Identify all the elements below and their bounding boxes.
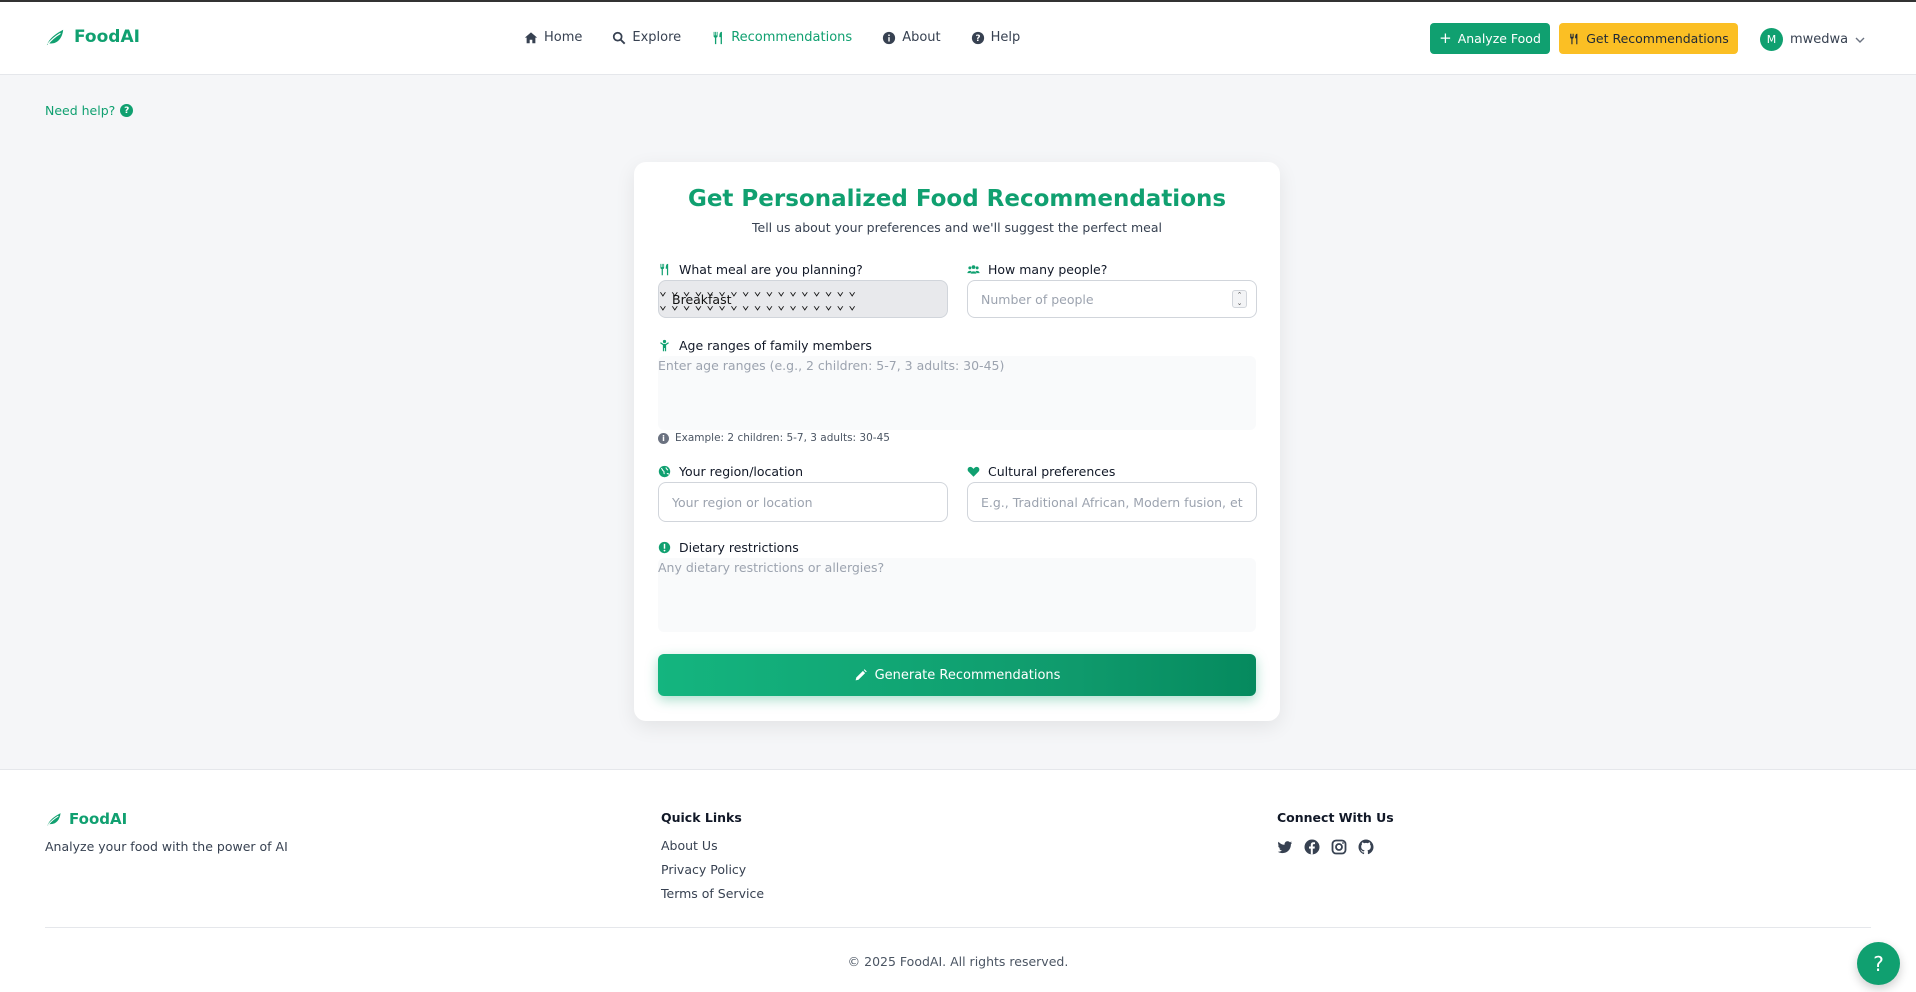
help-fab-label: ?: [1873, 951, 1884, 976]
culture-label-text: Cultural preferences: [988, 464, 1116, 479]
help-fab-button[interactable]: ?: [1857, 942, 1900, 985]
child-icon: [660, 339, 669, 352]
info-icon: [883, 31, 896, 44]
quick-links: About Us Privacy Policy Terms of Service: [661, 838, 764, 901]
brand-logo[interactable]: FoodAI: [44, 27, 140, 47]
people-label-text: How many people?: [988, 262, 1108, 277]
utensils-icon: [713, 31, 723, 44]
meal-select-value: Breakfast: [672, 292, 732, 307]
info-icon: i: [658, 432, 669, 444]
connect-title: Connect With Us: [1277, 810, 1394, 825]
nav-about-label: About: [902, 30, 941, 45]
get-recommendations-label: Get Recommendations: [1586, 31, 1729, 46]
ages-textarea[interactable]: [658, 356, 1256, 430]
culture-label: Cultural preferences: [967, 464, 1115, 479]
form-subtitle: Tell us about your preferences and we'll…: [752, 220, 1162, 235]
nav-explore-label: Explore: [632, 30, 682, 45]
meal-select[interactable]: ⌄⌄⌄⌄⌄⌄⌄⌄⌄⌄⌄⌄⌄⌄⌄⌄⌄ ⌄⌄⌄⌄⌄⌄⌄⌄⌄⌄⌄⌄⌄⌄⌄⌄⌄ Break…: [658, 280, 948, 318]
plus-icon: +: [1439, 29, 1452, 47]
heart-icon: [967, 466, 980, 477]
meal-label: What meal are you planning?: [658, 262, 863, 277]
analyze-food-button[interactable]: + Analyze Food: [1430, 23, 1550, 54]
facebook-icon[interactable]: [1304, 839, 1320, 855]
nav-help[interactable]: ? Help: [971, 30, 1021, 45]
pencil-icon: [855, 668, 867, 680]
need-help-link[interactable]: Need help? ?: [45, 103, 134, 118]
nav-about[interactable]: About: [882, 30, 941, 45]
ages-label: Age ranges of family members: [658, 338, 872, 353]
top-navbar: FoodAI Home Explore Recommendations Abou…: [0, 2, 1916, 75]
dietary-label-text: Dietary restrictions: [679, 540, 799, 555]
people-input[interactable]: [967, 280, 1257, 318]
nav-recommendations[interactable]: Recommendations: [711, 30, 852, 45]
footer: FoodAI Analyze your food with the power …: [0, 769, 1916, 992]
social-links: [1277, 839, 1374, 855]
form-title: Get Personalized Food Recommendations: [687, 186, 1227, 212]
exclamation-icon: [658, 541, 671, 554]
github-icon[interactable]: [1358, 839, 1374, 855]
generate-recommendations-button[interactable]: Generate Recommendations: [658, 654, 1256, 696]
footer-tagline: Analyze your food with the power of AI: [45, 839, 288, 854]
utensils-icon: [660, 263, 669, 276]
instagram-icon[interactable]: [1331, 839, 1347, 855]
region-label-text: Your region/location: [679, 464, 803, 479]
question-icon: ?: [971, 31, 984, 44]
footer-link-about[interactable]: About Us: [661, 838, 764, 853]
avatar: M: [1760, 28, 1783, 51]
people-field-wrap: ⌃⌄: [967, 280, 1257, 318]
footer-link-terms[interactable]: Terms of Service: [661, 886, 764, 901]
brand-name: FoodAI: [74, 27, 140, 47]
leaf-icon: [47, 813, 61, 826]
ages-hint-text: Example: 2 children: 5-7, 3 adults: 30-4…: [675, 432, 890, 444]
home-icon: [524, 31, 538, 43]
main-nav: Home Explore Recommendations About ? Hel…: [524, 30, 1020, 45]
dietary-textarea[interactable]: [658, 558, 1256, 632]
globe-icon: [658, 465, 671, 478]
people-label: How many people?: [967, 262, 1107, 277]
nav-home[interactable]: Home: [524, 30, 582, 45]
generate-recommendations-label: Generate Recommendations: [874, 667, 1061, 683]
search-icon: [613, 31, 626, 44]
ages-label-text: Age ranges of family members: [679, 338, 872, 353]
nav-help-label: Help: [990, 30, 1021, 45]
copyright: © 2025 FoodAI. All rights reserved.: [847, 954, 1069, 969]
footer-divider: [45, 927, 1871, 928]
region-input[interactable]: [658, 482, 948, 522]
get-recommendations-button[interactable]: Get Recommendations: [1559, 23, 1738, 54]
svg-text:?: ?: [975, 34, 980, 44]
footer-brand-name: FoodAI: [69, 810, 128, 828]
dietary-label: Dietary restrictions: [658, 540, 799, 555]
users-icon: [967, 265, 980, 274]
utensils-icon: [1570, 33, 1578, 44]
nav-explore[interactable]: Explore: [612, 30, 681, 45]
username: mwedwa: [1790, 32, 1849, 47]
analyze-food-label: Analyze Food: [1457, 31, 1541, 46]
need-help-label: Need help?: [45, 103, 116, 118]
meal-label-text: What meal are you planning?: [679, 262, 863, 277]
recommendation-form-card: Get Personalized Food Recommendations Te…: [634, 162, 1280, 721]
user-menu[interactable]: M mwedwa: [1760, 28, 1865, 51]
leaf-icon: [46, 29, 64, 46]
question-icon: ?: [120, 104, 134, 117]
nav-recommendations-label: Recommendations: [731, 30, 853, 45]
nav-home-label: Home: [544, 30, 583, 45]
chevron-down-icon: [1855, 37, 1865, 43]
footer-brand: FoodAI: [45, 810, 127, 828]
quick-links-title: Quick Links: [661, 810, 742, 825]
footer-link-privacy[interactable]: Privacy Policy: [661, 862, 764, 877]
culture-input[interactable]: [967, 482, 1257, 522]
ages-hint: i Example: 2 children: 5-7, 3 adults: 30…: [658, 432, 890, 444]
twitter-icon[interactable]: [1277, 839, 1293, 855]
region-label: Your region/location: [658, 464, 803, 479]
number-stepper[interactable]: ⌃ ⌄: [1232, 290, 1247, 308]
